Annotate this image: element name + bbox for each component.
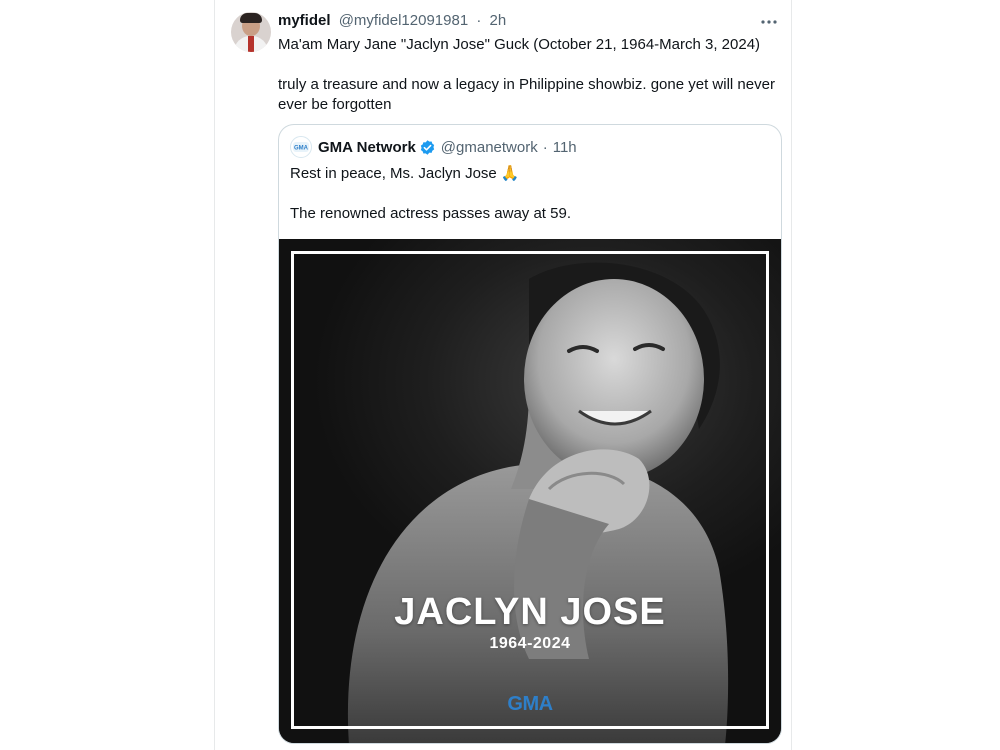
left-gutter [0,0,214,750]
quoted-display-name[interactable]: GMA Network [318,139,416,156]
separator: · [476,12,482,29]
avatar-hair [240,13,262,23]
gma-logo-text: GMA [507,693,553,715]
quoted-timestamp[interactable]: 11h [553,139,577,156]
more-button[interactable] [759,12,779,32]
avatar-tie [248,36,254,52]
quoted-separator: · [542,138,548,156]
display-name[interactable]: myfidel [278,12,331,29]
gma-avatar[interactable]: GMA [290,136,312,158]
tweet-line-2: truly a treasure and now a legacy in Phi… [278,76,775,113]
timestamp[interactable]: 2h [490,12,507,29]
svg-text:GMA: GMA [294,146,309,152]
quoted-tweet-header: GMA GMA Network @gmanetwork · 11h [290,136,577,158]
quoted-line-1: Rest in peace, Ms. Jaclyn Jose 🙏 [290,165,520,182]
page: myfidel @myfidel12091981 · 2h Ma'am Mary… [0,0,1000,750]
verified-check-icon [420,139,434,155]
handle[interactable]: @myfidel12091981 [339,12,468,29]
avatar[interactable] [231,12,271,52]
tweet-text: Ma'am Mary Jane "Jaclyn Jose" Guck (Octo… [278,35,778,115]
quoted-handle[interactable]: @gmanetwork [441,139,538,156]
tribute-image[interactable]: JACLYN JOSE 1964-2024 GMA [279,239,781,743]
tweet-line-1: Ma'am Mary Jane "Jaclyn Jose" Guck (Octo… [278,36,761,53]
quoted-line-2: The renowned actress passes away at 59. [290,205,571,222]
quoted-tweet-text: Rest in peace, Ms. Jaclyn Jose 🙏 The ren… [290,164,770,224]
verified-badge [419,139,436,156]
white-frame [291,251,769,729]
tribute-name: JACLYN JOSE [394,591,666,633]
gma-watermark: GMA [495,681,565,715]
gma-logo-icon: GMA [293,142,309,152]
quoted-tweet[interactable]: GMA GMA Network @gmanetwork · 11h Rest i… [278,124,782,744]
timeline-column: myfidel @myfidel12091981 · 2h Ma'am Mary… [214,0,792,750]
tribute-years: 1964-2024 [489,635,571,652]
tweet-header: myfidel @myfidel12091981 · 2h [278,11,506,31]
more-horizontal-icon [761,20,777,24]
